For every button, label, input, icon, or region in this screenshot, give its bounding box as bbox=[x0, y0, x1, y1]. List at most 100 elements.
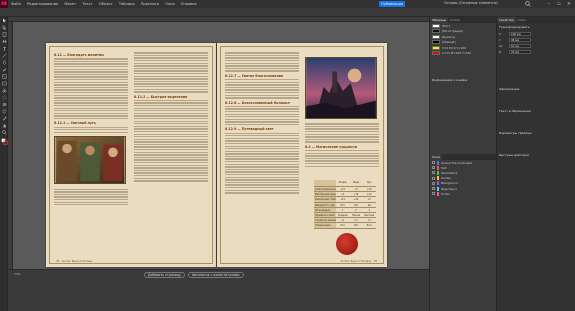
eye-icon[interactable] bbox=[432, 181, 435, 185]
pen-tool-icon[interactable] bbox=[0, 59, 8, 66]
zoom-level[interactable]: 73% bbox=[14, 272, 21, 276]
right-page-column-1[interactable]: 8.12.7 — Святое благословение 8.12.8 — Б… bbox=[225, 51, 299, 257]
rectangle-tool-icon[interactable] bbox=[0, 80, 8, 87]
autoflow-button[interactable]: Автопоток с колонтитулами bbox=[188, 272, 244, 278]
text-line bbox=[54, 68, 128, 70]
layer-row[interactable]: Footer bbox=[430, 191, 496, 196]
layer-color-chip bbox=[437, 176, 439, 181]
text-line bbox=[54, 191, 128, 193]
text-line bbox=[225, 163, 299, 165]
eye-icon[interactable] bbox=[432, 171, 435, 175]
text-line bbox=[134, 57, 208, 59]
text-line bbox=[225, 84, 299, 86]
text-line bbox=[134, 146, 208, 148]
direct-selection-tool-icon[interactable] bbox=[0, 24, 8, 31]
right-page[interactable]: 8.12.7 — Святое благословение 8.12.8 — Б… bbox=[217, 43, 387, 267]
text-line bbox=[225, 105, 299, 108]
menu-type[interactable]: Текст bbox=[79, 2, 96, 6]
workspace-selector[interactable]: Основы (Основные элементы) bbox=[444, 1, 498, 5]
eye-icon[interactable] bbox=[432, 192, 435, 196]
text-line bbox=[305, 141, 379, 143]
tab-layers[interactable]: Слои bbox=[430, 154, 442, 160]
text-line bbox=[305, 165, 379, 167]
text-line bbox=[134, 102, 208, 104]
fortress-illustration[interactable] bbox=[305, 57, 377, 119]
table-cell: +5 bbox=[341, 193, 345, 197]
close-icon[interactable]: × bbox=[564, 0, 574, 8]
rectangle-frame-tool-icon[interactable] bbox=[0, 73, 8, 80]
text-line bbox=[54, 63, 128, 65]
table-header-row: Эльфы Люди Дух bbox=[314, 180, 376, 187]
text-line bbox=[134, 120, 208, 122]
left-page[interactable]: 8.12 — Благодать молитвы 8.12.1 — Светлы… bbox=[46, 43, 216, 267]
table-cell: Физическая стойкость bbox=[314, 197, 336, 202]
x-field[interactable]: 128 мм bbox=[509, 32, 531, 36]
stats-table[interactable]: Эльфы Люди Дух Сопротивление магии+10+5+… bbox=[314, 180, 376, 229]
type-tool-icon[interactable]: T bbox=[0, 45, 8, 52]
eye-icon[interactable] bbox=[432, 176, 435, 180]
selection-tool-icon[interactable] bbox=[0, 17, 8, 24]
menu-layout[interactable]: Макет bbox=[61, 2, 79, 6]
maximize-icon[interactable]: ▫ bbox=[554, 0, 564, 8]
status-bar: Добавить страницу Автопоток с колонтитул… bbox=[8, 269, 429, 279]
tab-layers-right[interactable]: Слои bbox=[516, 18, 528, 22]
swatch-name: [Регистрация] bbox=[442, 29, 463, 34]
add-page-button[interactable]: Добавить страницу bbox=[144, 272, 185, 278]
tab-properties[interactable]: Свойства bbox=[497, 17, 516, 23]
menu-help[interactable]: Справка bbox=[178, 2, 200, 6]
eye-icon[interactable] bbox=[432, 187, 435, 191]
scissors-tool-icon[interactable] bbox=[0, 87, 8, 94]
line-tool-icon[interactable] bbox=[0, 52, 8, 59]
eye-icon[interactable] bbox=[432, 161, 435, 165]
menu-table[interactable]: Таблица bbox=[116, 2, 138, 6]
search-icon[interactable] bbox=[525, 1, 531, 7]
table-options-section[interactable]: Параметры таблицы bbox=[497, 129, 575, 137]
warriors-illustration[interactable] bbox=[54, 136, 126, 185]
swatch-item[interactable]: C=15 M=100 Y=100 bbox=[430, 51, 496, 57]
note-tool-icon[interactable] bbox=[0, 108, 8, 115]
h-field[interactable]: 22 мм bbox=[509, 50, 531, 54]
menu-edit[interactable]: Редактирование bbox=[24, 2, 61, 6]
w-field[interactable]: 62 мм bbox=[509, 44, 531, 48]
swatch-color bbox=[432, 51, 440, 56]
zoom-tool-icon[interactable] bbox=[0, 129, 8, 136]
fill-stroke-icon[interactable] bbox=[0, 136, 8, 146]
free-transform-tool-icon[interactable] bbox=[0, 94, 8, 101]
left-page-column-1[interactable]: 8.12 — Благодать молитвы 8.12.1 — Светлы… bbox=[54, 51, 128, 257]
share-button[interactable]: Публикация bbox=[379, 1, 405, 7]
page-tool-icon[interactable] bbox=[0, 31, 8, 38]
text-line bbox=[54, 99, 128, 102]
document-canvas[interactable]: 8.12 — Благодать молитвы 8.12.1 — Светлы… bbox=[13, 22, 429, 269]
text-line bbox=[225, 86, 299, 89]
hand-tool-icon[interactable] bbox=[0, 122, 8, 129]
menu-window[interactable]: Окно bbox=[162, 2, 178, 6]
left-page-column-2[interactable]: 8.12.2 — Быстрое исцеление bbox=[134, 51, 208, 257]
tab-swatches[interactable]: Образцы bbox=[430, 17, 448, 23]
menu-view[interactable]: Просмотр bbox=[138, 2, 162, 6]
table-cell: Нет bbox=[353, 224, 359, 228]
eyedropper-tool-icon[interactable] bbox=[0, 115, 8, 122]
y-field[interactable]: 48 мм bbox=[509, 38, 531, 42]
text-line bbox=[54, 94, 128, 96]
text-line bbox=[54, 60, 128, 63]
transform-section[interactable]: Трансформировать bbox=[497, 23, 575, 31]
text-line bbox=[134, 130, 208, 133]
appearance-section[interactable]: Оформление bbox=[497, 85, 575, 93]
menu-object[interactable]: Объект bbox=[96, 2, 116, 6]
tab-styles[interactable]: Стили bbox=[448, 18, 462, 22]
cell-info-header[interactable]: Информация о ячейке bbox=[430, 76, 496, 84]
table-cell: Нет bbox=[340, 224, 345, 228]
minimize-icon[interactable]: – bbox=[544, 0, 554, 8]
gap-tool-icon[interactable] bbox=[0, 38, 8, 45]
text-frame-section[interactable]: Текст в обрамлении bbox=[497, 107, 575, 115]
quick-actions-section[interactable]: Быстрые действия bbox=[497, 151, 575, 159]
text-line bbox=[134, 175, 208, 177]
text-line bbox=[305, 152, 379, 154]
menu-file[interactable]: Файл bbox=[8, 2, 24, 6]
text-line bbox=[225, 94, 299, 96]
table-row[interactable]: Ограничения Нет Нет Есть bbox=[314, 223, 376, 229]
text-line bbox=[225, 60, 299, 62]
eye-icon[interactable] bbox=[432, 166, 435, 170]
gradient-tool-icon[interactable] bbox=[0, 101, 8, 108]
pencil-tool-icon[interactable] bbox=[0, 66, 8, 73]
